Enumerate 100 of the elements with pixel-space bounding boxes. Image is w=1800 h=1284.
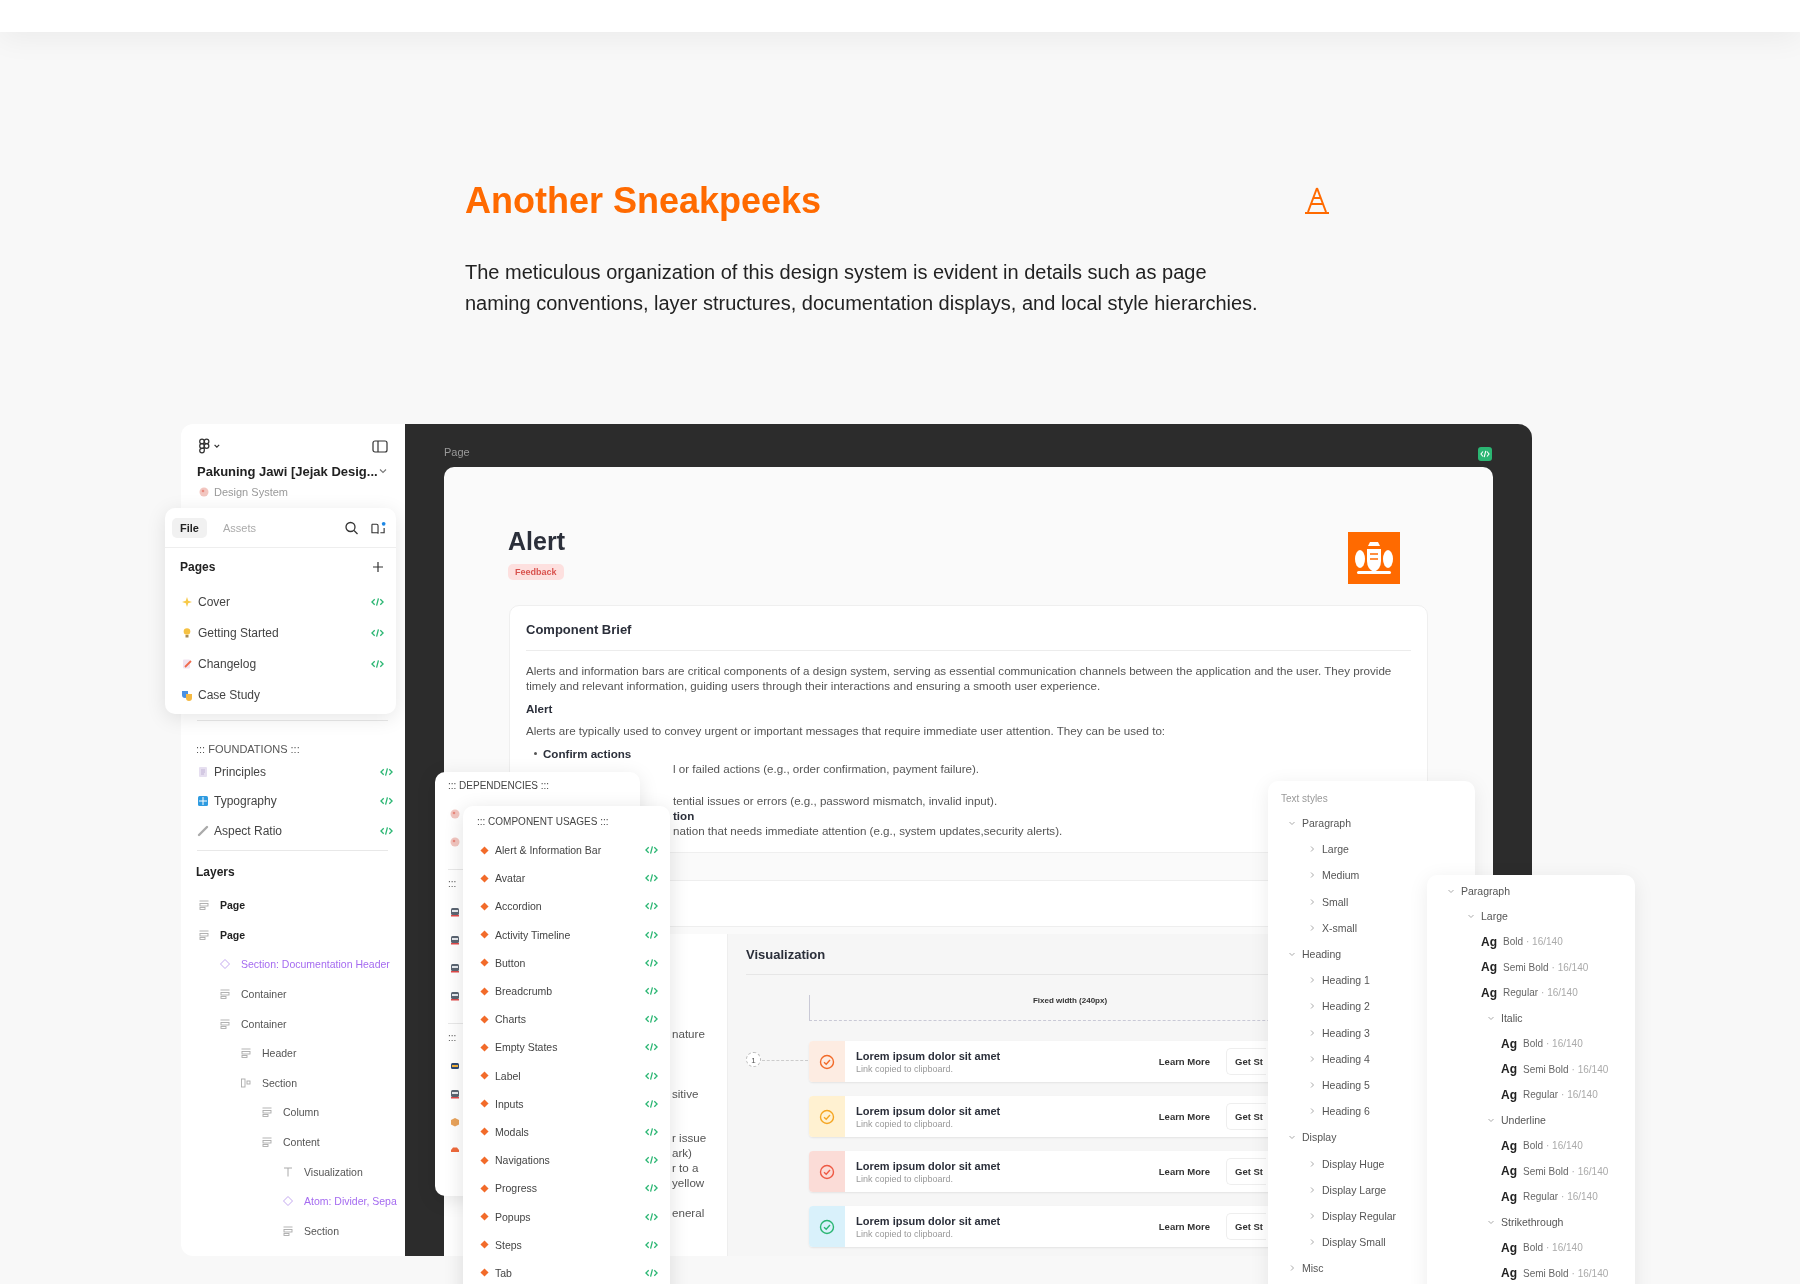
sidebar-toggle-icon[interactable]	[372, 439, 388, 453]
project-name: Design System	[214, 486, 288, 498]
style-group-item[interactable]: Heading 6	[1268, 1098, 1370, 1125]
layer-item[interactable]: Section	[181, 1216, 405, 1246]
text-style-item[interactable]: Ag Bold · 16/140	[1427, 929, 1635, 955]
style-group-item[interactable]: Underline	[1427, 1107, 1635, 1133]
foundation-item[interactable]: Aspect Ratio	[181, 816, 405, 846]
foundation-item[interactable]: Principles	[181, 757, 405, 787]
learn-more-link[interactable]: Learn More	[1158, 1056, 1210, 1067]
palette-icon	[450, 837, 460, 847]
component-item[interactable]: Activity Timeline	[463, 920, 670, 949]
component-item[interactable]: Progress	[463, 1174, 670, 1203]
style-group-item[interactable]: Heading 4	[1268, 1045, 1370, 1072]
text-style-item[interactable]: Ag Semi Bold · 16/140	[1427, 1056, 1635, 1082]
learn-more-link[interactable]: Learn More	[1158, 1221, 1210, 1232]
layer-item[interactable]: Container	[181, 979, 405, 1009]
code-icon	[380, 825, 393, 836]
nav-item[interactable]: Case Study	[165, 679, 396, 710]
file-name: Pakuning Jawi [Jejak Desig...	[197, 463, 378, 479]
search-icon[interactable]	[344, 520, 359, 535]
style-group-item[interactable]: X-small	[1268, 914, 1357, 941]
style-group-item[interactable]: Heading	[1268, 940, 1342, 968]
component-item[interactable]: Tab	[463, 1258, 670, 1284]
style-group-item[interactable]: Italic	[1427, 1005, 1635, 1031]
panel-title: ::: DEPENDENCIES :::	[447, 779, 551, 793]
style-group-item[interactable]: Medium	[1268, 862, 1360, 889]
layer-item[interactable]: Page	[181, 920, 405, 950]
action-button[interactable]: Get St	[1226, 1158, 1266, 1185]
layer-item[interactable]: Container	[181, 1008, 405, 1039]
text-style-item[interactable]: Ag Regular · 16/140	[1427, 1184, 1635, 1210]
style-spec: · 16/140	[1546, 1038, 1583, 1050]
action-button[interactable]: Get St	[1226, 1213, 1266, 1240]
layer-item[interactable]: Section	[181, 1068, 405, 1098]
code-icon[interactable]	[1478, 447, 1492, 461]
nav-item[interactable]: Changelog	[165, 648, 396, 679]
style-sample: Ag	[1501, 1062, 1517, 1077]
foundation-item[interactable]: Typography	[181, 786, 405, 816]
style-group-item[interactable]: Paragraph	[1427, 878, 1635, 904]
style-group-item[interactable]: Small	[1268, 888, 1349, 915]
style-group-item[interactable]: Paragraph	[1268, 810, 1352, 837]
style-group-item[interactable]: Strikethrough	[1427, 1209, 1635, 1235]
panel-title: Visualization	[746, 946, 826, 962]
style-group-item[interactable]: Large	[1268, 836, 1349, 863]
text-style-item[interactable]: Ag Semi Bold · 16/140	[1427, 1158, 1635, 1184]
style-group-item[interactable]: Heading 2	[1268, 993, 1370, 1020]
text-style-item[interactable]: Ag Regular · 16/140	[1427, 980, 1635, 1006]
plus-icon[interactable]	[372, 561, 384, 573]
text-style-item[interactable]: Ag Bold · 16/140	[1427, 1133, 1635, 1159]
layer-item[interactable]: Page	[181, 890, 405, 921]
component-item[interactable]: Empty States	[463, 1033, 670, 1062]
learn-more-link[interactable]: Learn More	[1158, 1111, 1210, 1122]
text-style-item[interactable]: Ag Semi Bold · 16/140	[1427, 954, 1635, 980]
style-group-item[interactable]: Display Small	[1268, 1229, 1386, 1256]
body-text: tion	[673, 808, 695, 823]
component-item[interactable]: Avatar	[463, 864, 670, 893]
layer-item[interactable]: Section: Documentation Header	[181, 949, 405, 980]
nav-item[interactable]: Cover	[165, 586, 396, 617]
style-group-item[interactable]: Heading 3	[1268, 1019, 1370, 1046]
frame-label: Page	[444, 446, 470, 458]
style-group-item[interactable]: Display	[1268, 1124, 1337, 1151]
style-group-item[interactable]: Display Huge	[1268, 1150, 1385, 1177]
style-group-item[interactable]: Display Large	[1268, 1176, 1387, 1203]
style-group-item[interactable]: Large	[1427, 903, 1635, 929]
style-name: Bold	[1523, 1242, 1543, 1254]
section-label: ::: FOUNDATIONS :::	[195, 742, 301, 757]
component-item[interactable]: Steps	[463, 1230, 670, 1259]
nav-item[interactable]: Getting Started	[165, 617, 396, 648]
component-item[interactable]: Accordion	[463, 892, 670, 921]
learn-more-link[interactable]: Learn More	[1158, 1166, 1210, 1177]
panel-tab[interactable]: File	[172, 517, 207, 538]
text-style-item[interactable]: Ag Semi Bold · 16/140	[1427, 1260, 1635, 1284]
layer-item[interactable]: Column	[181, 1097, 405, 1128]
layer-item[interactable]: Header	[181, 1038, 405, 1069]
code-icon	[645, 845, 658, 856]
component-item[interactable]: Modals	[463, 1117, 670, 1147]
code-icon	[645, 1042, 658, 1053]
component-item[interactable]: Navigations	[463, 1146, 670, 1175]
text-style-item[interactable]: Ag Bold · 16/140	[1427, 1235, 1635, 1261]
style-group-item[interactable]: Heading 1	[1268, 967, 1370, 994]
layer-item[interactable]: Visualization	[181, 1156, 405, 1187]
component-item[interactable]: Inputs	[463, 1089, 670, 1118]
leader-line	[762, 1060, 808, 1061]
component-item[interactable]: Charts	[463, 1005, 670, 1034]
component-item[interactable]: Button	[463, 948, 670, 977]
chevron-icon[interactable]	[379, 468, 387, 474]
style-group-item[interactable]: Heading 5	[1268, 1071, 1370, 1099]
alert-title: Lorem ipsum dolor sit amet	[856, 1213, 1002, 1228]
style-group-item[interactable]: Misc	[1268, 1255, 1324, 1282]
action-button[interactable]: Get St	[1226, 1103, 1266, 1130]
layer-item[interactable]: Atom: Divider, Sepa	[181, 1186, 405, 1217]
component-item[interactable]: Label	[463, 1061, 670, 1090]
layer-item[interactable]: Content	[181, 1127, 405, 1157]
component-item[interactable]: Alert & Information Bar	[463, 836, 670, 865]
text-style-item[interactable]: Ag Bold · 16/140	[1427, 1031, 1635, 1057]
component-item[interactable]: Breadcrumb	[463, 976, 670, 1006]
style-group-item[interactable]: Display Regular	[1268, 1202, 1397, 1229]
text-style-item[interactable]: Ag Regular · 16/140	[1427, 1082, 1635, 1108]
component-item[interactable]: Popups	[463, 1202, 670, 1231]
book-icon[interactable]	[371, 520, 386, 535]
action-button[interactable]: Get St	[1226, 1048, 1266, 1075]
